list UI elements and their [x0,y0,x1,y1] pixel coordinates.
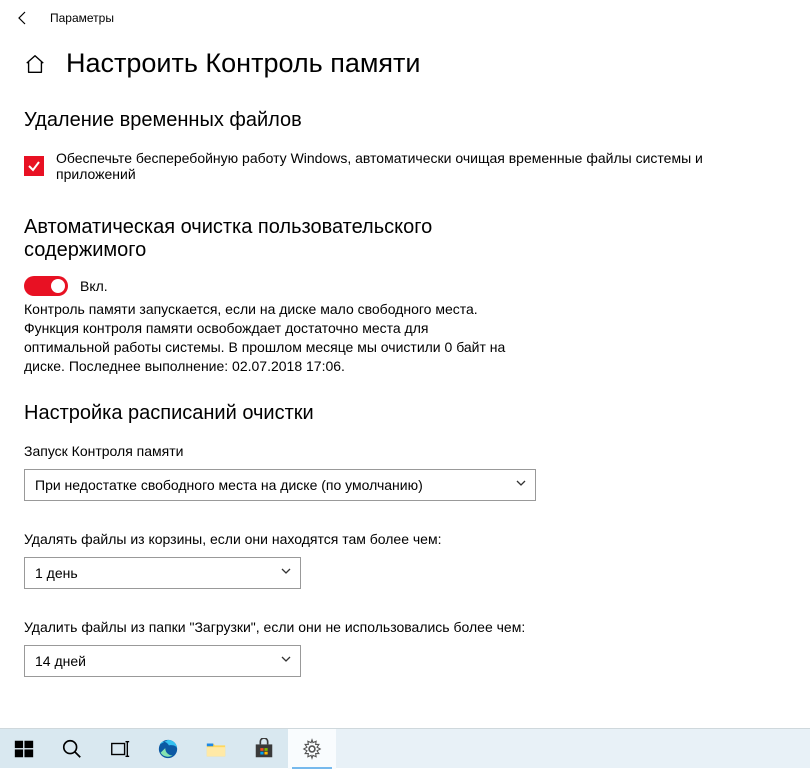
recycle-label: Удалять файлы из корзины, если они наход… [24,531,564,547]
search-button[interactable] [48,729,96,769]
edge-icon [157,738,179,760]
checkbox-temp-files[interactable]: Обеспечьте бесперебойную работу Windows,… [24,150,786,182]
taskbar-explorer[interactable] [192,729,240,769]
dropdown-recycle[interactable]: 1 день [24,557,301,589]
taskbar-edge[interactable] [144,729,192,769]
arrow-left-icon [15,10,31,26]
toggle-switch[interactable] [24,276,68,296]
titlebar: Параметры [0,0,810,36]
dropdown-downloads-value: 14 дней [35,653,86,669]
content: Настроить Контроль памяти Удаление време… [0,36,810,677]
folder-icon [205,738,227,760]
checkbox-label: Обеспечьте бесперебойную работу Windows,… [56,150,786,182]
task-view-icon [109,738,131,760]
chevron-down-icon [515,477,527,492]
section-title-auto: Автоматическая очистка пользовательского… [24,216,484,262]
taskbar-settings[interactable] [288,729,336,769]
dropdown-run-value: При недостатке свободного места на диске… [35,477,423,493]
chevron-down-icon [280,565,292,580]
section-title-temp: Удаление временных файлов [24,109,786,132]
taskbar-remaining [336,729,810,768]
back-button[interactable] [8,3,38,33]
page-header: Настроить Контроль памяти [24,48,786,79]
taskbar [0,728,810,768]
task-view-button[interactable] [96,729,144,769]
search-icon [61,738,83,760]
section-title-schedule: Настройка расписаний очистки [24,402,786,425]
run-label: Запуск Контроля памяти [24,443,564,459]
store-icon [253,738,275,760]
dropdown-recycle-value: 1 день [35,565,78,581]
toggle-knob [51,279,65,293]
page-title: Настроить Контроль памяти [66,48,420,79]
start-button[interactable] [0,729,48,769]
taskbar-store[interactable] [240,729,288,769]
dropdown-run[interactable]: При недостатке свободного места на диске… [24,469,536,501]
toggle-state-label: Вкл. [80,278,108,294]
dropdown-downloads[interactable]: 14 дней [24,645,301,677]
titlebar-label: Параметры [50,11,114,25]
chevron-down-icon [280,653,292,668]
checkbox-icon [24,156,44,176]
windows-icon [13,738,35,760]
home-icon [24,53,46,75]
gear-icon [301,738,323,760]
toggle-storage-sense[interactable]: Вкл. [24,276,786,296]
downloads-label: Удалить файлы из папки "Загрузки", если … [24,619,564,635]
auto-description: Контроль памяти запускается, если на дис… [24,300,514,376]
